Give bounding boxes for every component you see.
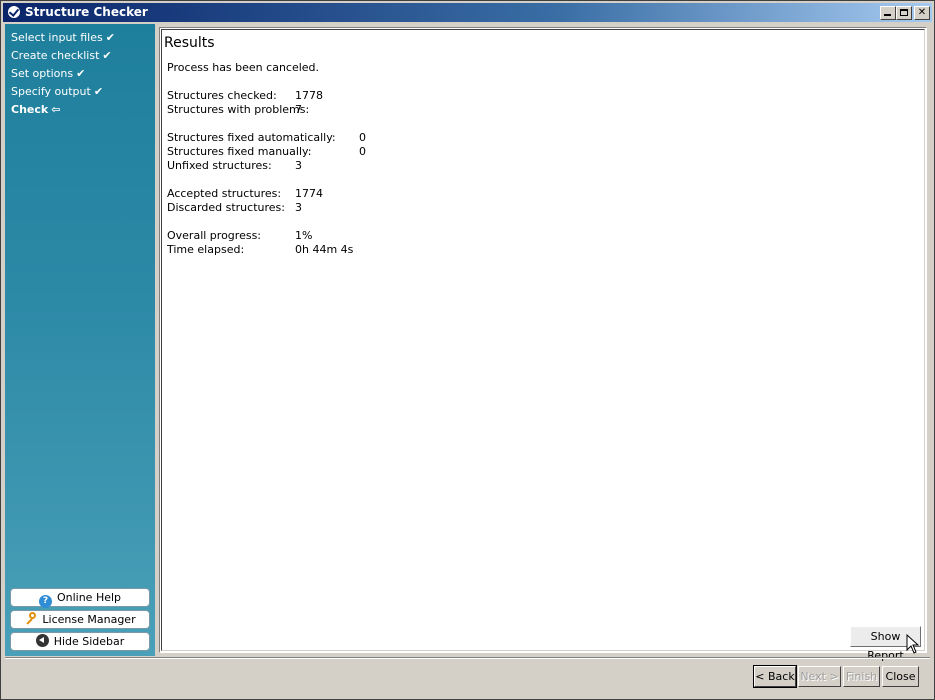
results-title: Results bbox=[164, 35, 215, 51]
back-arrow-icon bbox=[35, 634, 49, 647]
unfixed-structures-value: 3 bbox=[295, 159, 302, 172]
next-button[interactable]: Next > bbox=[798, 666, 841, 687]
window-title: Structure Checker bbox=[25, 5, 148, 19]
fixed-manually-value: 0 bbox=[359, 145, 366, 158]
license-manager-button[interactable]: License Manager bbox=[10, 610, 150, 629]
online-help-button[interactable]: ? Online Help bbox=[10, 588, 150, 608]
maximize-button[interactable] bbox=[896, 6, 912, 20]
title-bar[interactable]: Structure Checker ✕ bbox=[3, 3, 932, 22]
results-panel: Results Process has been canceled. Struc… bbox=[159, 27, 927, 662]
footer-divider bbox=[5, 657, 930, 659]
status-message: Process has been canceled. bbox=[167, 61, 320, 74]
key-icon bbox=[24, 612, 37, 625]
checkmark-icon: ✔ bbox=[93, 85, 104, 98]
finish-button[interactable]: Finish bbox=[843, 666, 880, 687]
close-icon: ✕ bbox=[917, 7, 927, 18]
close-button[interactable]: Close bbox=[882, 666, 919, 687]
structures-checked-value: 1778 bbox=[295, 89, 323, 102]
step-select-input-files[interactable]: Select input files ✔ bbox=[11, 31, 115, 45]
step-specify-output[interactable]: Specify output ✔ bbox=[11, 85, 103, 99]
help-icon: ? bbox=[38, 595, 52, 608]
checkmark-icon: ✔ bbox=[102, 49, 112, 62]
step-check[interactable]: Check ⇦ bbox=[11, 103, 60, 117]
checkmark-icon: ✔ bbox=[76, 67, 86, 80]
structure-checker-window: Structure Checker ✕ Select input files ✔ … bbox=[0, 0, 935, 700]
checkmark-icon: ✔ bbox=[105, 31, 115, 44]
maximize-icon bbox=[900, 9, 908, 16]
back-button[interactable]: < Back bbox=[753, 665, 797, 688]
minimize-button[interactable] bbox=[880, 6, 896, 20]
arrow-left-icon: ⇦ bbox=[51, 103, 61, 116]
structures-with-problems-value: 7 bbox=[295, 103, 302, 116]
hide-sidebar-button[interactable]: Hide Sidebar bbox=[10, 632, 150, 651]
discarded-structures-value: 3 bbox=[295, 201, 302, 214]
minimize-icon bbox=[884, 14, 891, 16]
wizard-sidebar: Select input files ✔ Create checklist ✔ Se… bbox=[5, 24, 155, 656]
close-window-button[interactable]: ✕ bbox=[914, 6, 930, 20]
time-elapsed-value: 0h 44m 4s bbox=[295, 243, 354, 256]
step-set-options[interactable]: Set options ✔ bbox=[11, 67, 85, 81]
accepted-structures-value: 1774 bbox=[295, 187, 323, 200]
mouse-cursor-icon bbox=[906, 634, 920, 654]
fixed-automatically-value: 0 bbox=[359, 131, 366, 144]
step-create-checklist[interactable]: Create checklist ✔ bbox=[11, 49, 112, 63]
overall-progress-value: 1% bbox=[295, 229, 313, 242]
app-check-icon bbox=[7, 5, 21, 19]
